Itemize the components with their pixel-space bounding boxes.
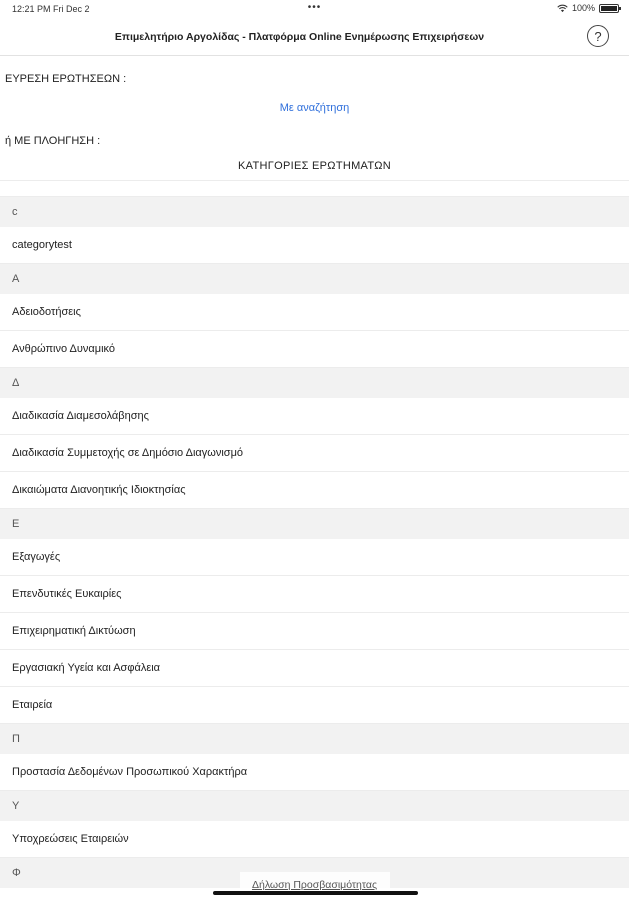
section-header-label: E — [12, 518, 20, 530]
list-item-label: Προστασία Δεδομένων Προσωπικού Χαρακτήρα — [12, 766, 248, 778]
list-item[interactable]: categorytest — [0, 227, 629, 264]
list-item[interactable]: Εταιρεία — [0, 687, 629, 724]
find-questions-label: ΕΥΡΕΣΗ ΕΡΩΤΗΣΕΩΝ : — [5, 73, 127, 85]
section-header: Π — [0, 724, 629, 754]
categories-header: ΚΑΤΗΓΟΡΙΕΣ ΕΡΩΤΗΜΑΤΩΝ — [238, 160, 391, 172]
section-header: Υ — [0, 791, 629, 821]
divider — [0, 180, 629, 181]
list-item-label: Εργασιακή Υγεία και Ασφάλεια — [12, 662, 161, 674]
list-item-label: Υποχρεώσεις Εταιρειών — [12, 833, 129, 845]
list-item[interactable]: Δικαιώματα Διανοητικής Ιδιοκτησίας — [0, 472, 629, 509]
list-item-label: Αδειοδοτήσεις — [12, 306, 81, 318]
accessibility-link[interactable]: Δήλωση Προσβασιμότητας — [0, 879, 629, 891]
list-item[interactable]: Εξαγωγές — [0, 539, 629, 576]
category-list[interactable]: c categorytest A Αδειοδοτήσεις Ανθρώπινο Δυν… — [0, 196, 629, 888]
help-icon: ? — [594, 28, 602, 44]
section-header-label: A — [12, 273, 20, 285]
section-header-label: Δ — [12, 377, 20, 389]
list-item[interactable]: Ανθρώπινο Δυναμικό — [0, 331, 629, 368]
section-header: E — [0, 509, 629, 539]
status-indicators: 100% — [557, 3, 621, 13]
list-item-label: Ανθρώπινο Δυναμικό — [12, 343, 116, 355]
section-header-label: c — [12, 206, 18, 218]
section-header: Δ — [0, 368, 629, 398]
search-link[interactable]: Με αναζήτηση — [0, 102, 629, 114]
wifi-icon — [557, 4, 568, 12]
list-item[interactable]: Προστασία Δεδομένων Προσωπικού Χαρακτήρα — [0, 754, 629, 791]
battery-icon — [599, 3, 621, 13]
list-item-label: Διαδικασία Διαμεσολάβησης — [12, 410, 149, 422]
section-header: c — [0, 197, 629, 227]
navigation-bar: Επιμελητήριο Αργολίδας - Πλατφόρμα Onlin… — [0, 18, 629, 56]
section-header-label: Φ — [12, 867, 21, 879]
section-header-label: Υ — [12, 800, 20, 812]
page-title: Επιμελητήριο Αργολίδας - Πλατφόρμα Onlin… — [114, 31, 485, 43]
list-item-label: Εταιρεία — [12, 699, 53, 711]
list-item[interactable]: Υποχρεώσεις Εταιρειών — [0, 821, 629, 858]
home-indicator[interactable] — [213, 891, 418, 895]
list-item-label: Διαδικασία Συμμετοχής σε Δημόσιο Διαγωνι… — [12, 447, 244, 459]
browse-label: ή ΜΕ ΠΛΟΗΓΗΣΗ : — [5, 135, 101, 147]
list-item[interactable]: Διαδικασία Συμμετοχής σε Δημόσιο Διαγωνι… — [0, 435, 629, 472]
list-item-label: Επενδυτικές Ευκαιρίες — [12, 588, 122, 600]
battery-percentage: 100% — [571, 3, 595, 13]
help-button[interactable]: ? — [587, 25, 609, 47]
list-item[interactable]: Επενδυτικές Ευκαιρίες — [0, 576, 629, 613]
status-bar: 12:21 PM Fri Dec 2 ••• 100% — [0, 0, 629, 18]
list-item[interactable]: Εργασιακή Υγεία και Ασφάλεια — [0, 650, 629, 687]
list-item-label: Επιχειρηματική Δικτύωση — [12, 625, 136, 637]
list-item-label: Δικαιώματα Διανοητικής Ιδιοκτησίας — [12, 484, 186, 496]
section-header-label: Π — [12, 733, 20, 745]
battery-fill — [601, 5, 617, 11]
list-item[interactable]: Επιχειρηματική Δικτύωση — [0, 613, 629, 650]
list-item[interactable]: Διαδικασία Διαμεσολάβησης — [0, 398, 629, 435]
section-header: A — [0, 264, 629, 294]
list-item[interactable]: Αδειοδοτήσεις — [0, 294, 629, 331]
multitasking-dots[interactable]: ••• — [0, 2, 629, 13]
list-item-label: categorytest — [12, 239, 72, 251]
list-item-label: Εξαγωγές — [12, 551, 61, 563]
